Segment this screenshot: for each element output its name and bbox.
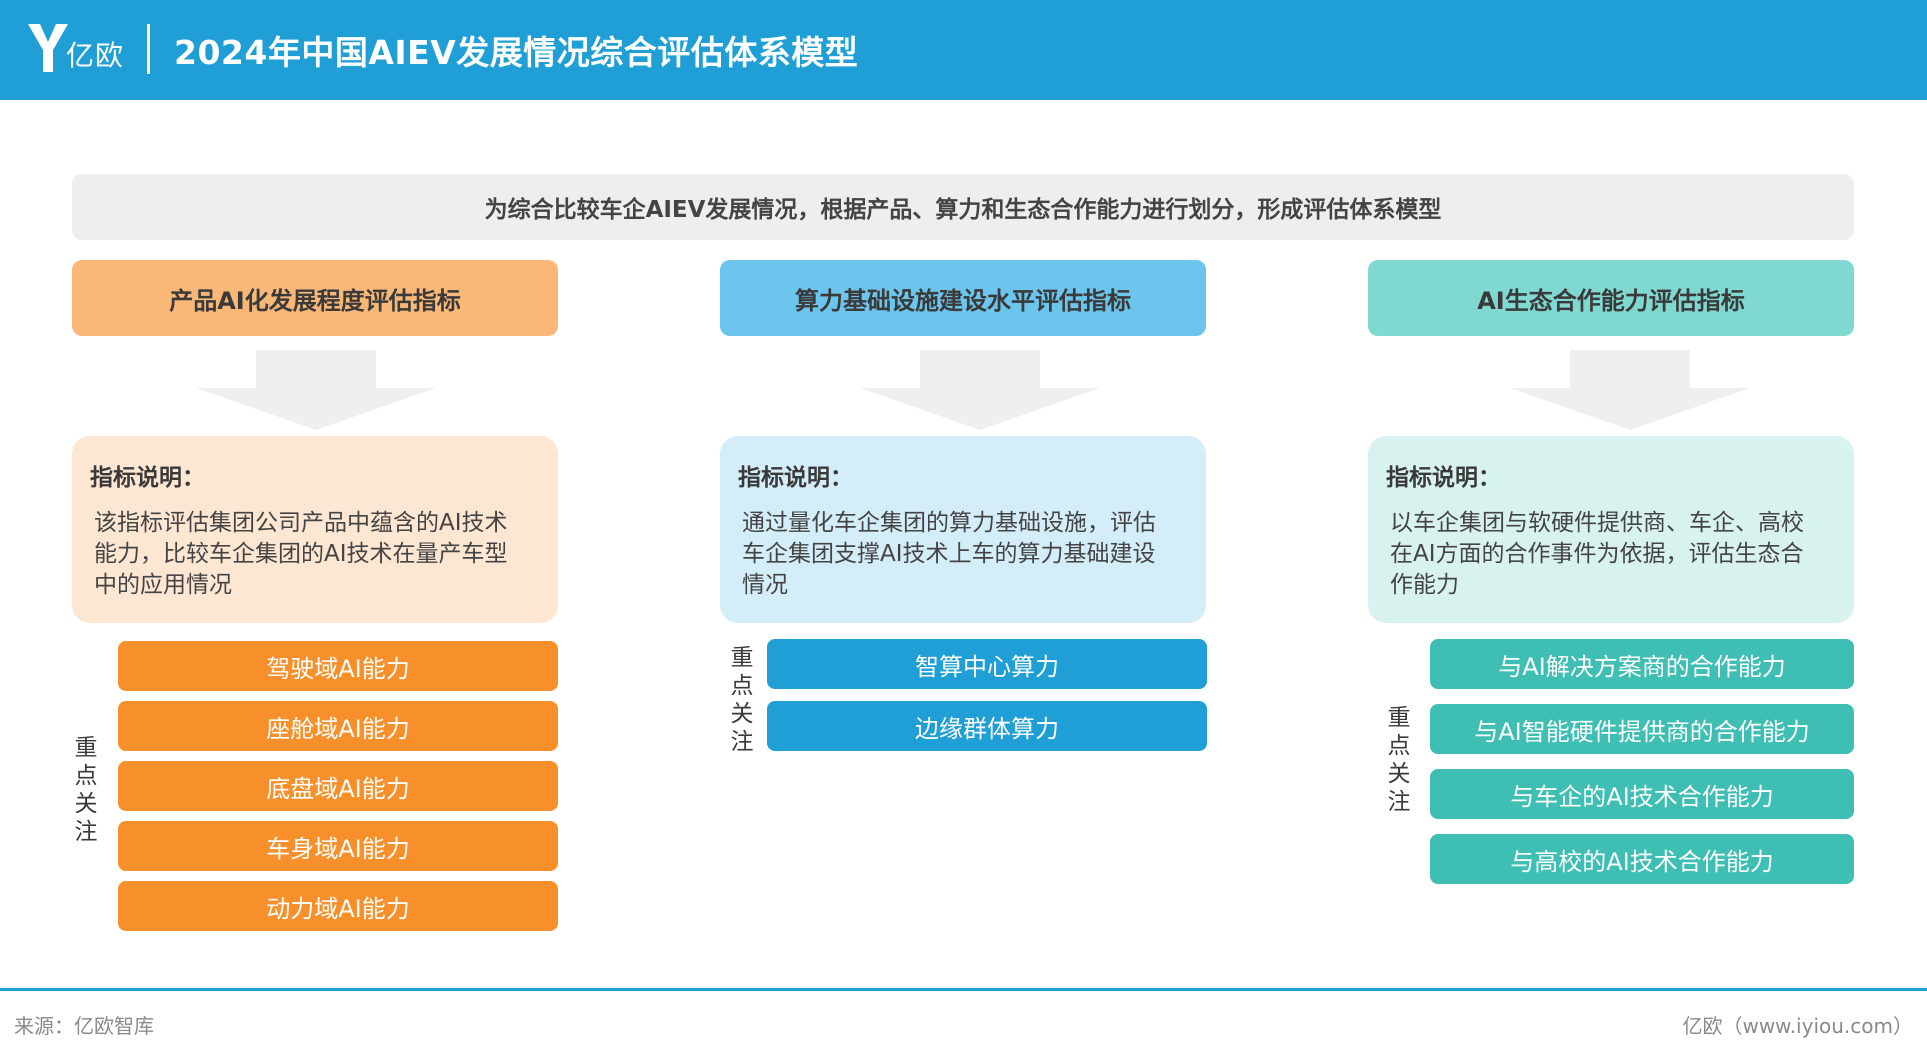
down-arrow-icon (1510, 350, 1750, 430)
page-title: 2024年中国AIEV发展情况综合评估体系模型 (174, 33, 859, 72)
focus-label: 重 点 关 注 (1387, 705, 1411, 815)
intro-banner: 为综合比较车企AIEV发展情况，根据产品、算力和生态合作能力进行划分，形成评估体… (72, 174, 1854, 240)
focus-item: 智算中心算力 (767, 639, 1207, 689)
focus-item: 座舱域AI能力 (118, 701, 558, 751)
description-box-product: 指标说明： 该指标评估集团公司产品中蕴含的AI技术能力，比较车企集团的AI技术在… (72, 436, 558, 623)
header-bar: 亿欧 2024年中国AIEV发展情况综合评估体系模型 (0, 0, 1927, 100)
focus-item: 车身域AI能力 (118, 821, 558, 871)
description-title: 指标说明： (738, 465, 853, 491)
description-title: 指标说明： (1386, 465, 1501, 491)
description-text: 以车企集团与软硬件提供商、车企、高校在AI方面的合作事件为依据，评估生态合作能力 (1390, 510, 1804, 598)
column-header-product: 产品AI化发展程度评估指标 (72, 260, 558, 336)
logo-text: 亿欧 (66, 39, 125, 72)
column-header-compute: 算力基础设施建设水平评估指标 (720, 260, 1206, 336)
focus-item: 与AI解决方案商的合作能力 (1430, 639, 1854, 689)
description-box-ecosystem: 指标说明： 以车企集团与软硬件提供商、车企、高校在AI方面的合作事件为依据，评估… (1368, 436, 1854, 623)
footer-divider (0, 988, 1927, 991)
yiou-logo-icon (28, 24, 68, 72)
description-box-compute: 指标说明： 通过量化车企集团的算力基础设施，评估车企集团支撑AI技术上车的算力基… (720, 436, 1206, 623)
focus-label: 重 点 关 注 (730, 645, 754, 755)
down-arrow-icon (196, 350, 436, 430)
focus-item: 与高校的AI技术合作能力 (1430, 834, 1854, 884)
focus-item: 与AI智能硬件提供商的合作能力 (1430, 704, 1854, 754)
down-arrow-icon (860, 350, 1100, 430)
site-credit: 亿欧（www.iyiou.com） (1682, 1014, 1913, 1038)
focus-item: 与车企的AI技术合作能力 (1430, 769, 1854, 819)
focus-item: 驾驶域AI能力 (118, 641, 558, 691)
column-header-ecosystem: AI生态合作能力评估指标 (1368, 260, 1854, 336)
source-note: 来源：亿欧智库 (14, 1014, 154, 1038)
description-text: 通过量化车企集团的算力基础设施，评估车企集团支撑AI技术上车的算力基础建设情况 (742, 510, 1156, 598)
focus-item: 边缘群体算力 (767, 701, 1207, 751)
description-text: 该指标评估集团公司产品中蕴含的AI技术能力，比较车企集团的AI技术在量产车型中的… (94, 510, 508, 598)
header-divider (147, 24, 150, 74)
focus-label: 重 点 关 注 (74, 735, 98, 845)
description-title: 指标说明： (90, 465, 205, 491)
focus-item: 底盘域AI能力 (118, 761, 558, 811)
focus-item: 动力域AI能力 (118, 881, 558, 931)
